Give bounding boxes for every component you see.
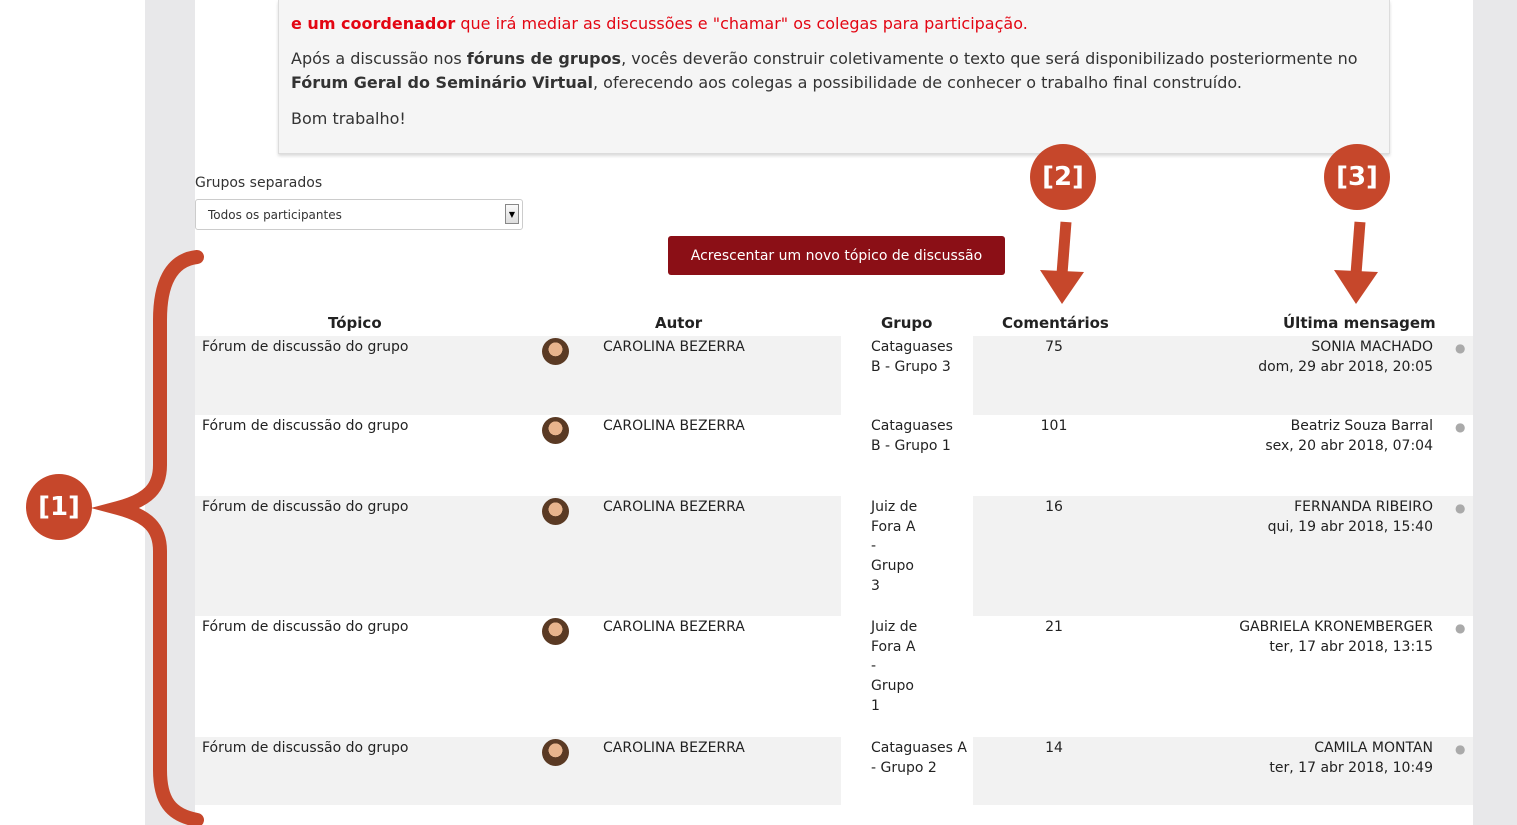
author-link[interactable]: CAROLINA BEZERRA xyxy=(603,498,745,518)
intro-bold-coordinator: e um coordenador xyxy=(291,14,456,33)
table-row: Fórum de discussão do grupo CAROLINA BEZ… xyxy=(195,415,1473,496)
column-header-last-post[interactable]: Última mensagem xyxy=(1283,314,1436,332)
last-post[interactable]: GABRIELA KRONEMBERGER ter, 17 abr 2018, 1… xyxy=(1239,618,1433,657)
table-row: Fórum de discussão do grupo CAROLINA BEZ… xyxy=(195,616,1473,737)
last-post[interactable]: FERNANDA RIBEIRO qui, 19 abr 2018, 15:40 xyxy=(1268,498,1433,537)
intro-paragraph-3: Bom trabalho! xyxy=(291,109,406,128)
last-post[interactable]: CAMILA MONTAN ter, 17 abr 2018, 10:49 xyxy=(1269,739,1433,778)
author-link[interactable]: CAROLINA BEZERRA xyxy=(603,338,745,358)
last-post-date[interactable]: qui, 19 abr 2018, 15:40 xyxy=(1268,518,1433,538)
avatar[interactable] xyxy=(542,498,569,525)
last-post[interactable]: Beatriz Souza Barral sex, 20 abr 2018, 07… xyxy=(1265,417,1433,456)
dot-icon: ● xyxy=(1455,742,1466,756)
last-post-user[interactable]: SONIA MACHADO xyxy=(1258,338,1433,358)
author-link[interactable]: CAROLINA BEZERRA xyxy=(603,417,745,437)
author-link[interactable]: CAROLINA BEZERRA xyxy=(603,739,745,759)
annotation-badge-3: [3] xyxy=(1324,144,1390,210)
dot-icon: ● xyxy=(1455,501,1466,515)
avatar[interactable] xyxy=(542,338,569,365)
annotation-badge-2: [2] xyxy=(1030,144,1096,210)
group-name: Cataguases B - Grupo 3 xyxy=(871,339,953,375)
column-header-comments[interactable]: Comentários xyxy=(1002,314,1109,332)
last-post[interactable]: SONIA MACHADO dom, 29 abr 2018, 20:05 xyxy=(1258,338,1433,377)
group-filter-select[interactable]: Todos os participantes ▼ xyxy=(195,199,523,230)
group-filter-label: Grupos separados xyxy=(195,175,323,191)
avatar[interactable] xyxy=(542,417,569,444)
last-post-user[interactable]: CAMILA MONTAN xyxy=(1269,739,1433,759)
intro-p2-part3: , oferecendo aos colegas a possibilidade… xyxy=(593,73,1242,92)
intro-paragraph-2: Após a discussão nos fóruns de grupos, v… xyxy=(291,47,1381,95)
group-name: Juiz de Fora A - Grupo 1 xyxy=(871,619,918,714)
comment-count: 75 xyxy=(1045,339,1063,355)
avatar[interactable] xyxy=(542,739,569,766)
intro-line-1: e um coordenador que irá mediar as discu… xyxy=(291,12,1028,36)
intro-p2-bold1: fóruns de grupos xyxy=(466,49,622,68)
last-post-date[interactable]: sex, 20 abr 2018, 07:04 xyxy=(1265,437,1433,457)
avatar[interactable] xyxy=(542,618,569,645)
group-name: Cataguases B - Grupo 1 xyxy=(871,418,953,454)
group-name: Juiz de Fora A - Grupo 3 xyxy=(871,499,918,594)
annotation-badge-1: [1] xyxy=(26,474,92,540)
right-gutter xyxy=(1473,0,1517,825)
group-filter-value: Todos os participantes xyxy=(208,208,342,222)
last-post-user[interactable]: Beatriz Souza Barral xyxy=(1265,417,1433,437)
topic-link[interactable]: Fórum de discussão do grupo xyxy=(202,618,408,638)
dot-icon: ● xyxy=(1455,341,1466,355)
forum-intro-box: e um coordenador que irá mediar as discu… xyxy=(278,0,1390,154)
comment-count: 16 xyxy=(1045,499,1063,515)
last-post-date[interactable]: ter, 17 abr 2018, 10:49 xyxy=(1269,759,1433,779)
last-post-date[interactable]: ter, 17 abr 2018, 13:15 xyxy=(1239,638,1433,658)
table-row: Fórum de discussão do grupo CAROLINA BEZ… xyxy=(195,737,1473,805)
comment-count: 14 xyxy=(1045,740,1063,756)
comment-count: 21 xyxy=(1045,619,1063,635)
intro-p2-part1: Após a discussão nos xyxy=(291,49,467,68)
group-name: Cataguases A - Grupo 2 xyxy=(871,740,967,776)
topic-link[interactable]: Fórum de discussão do grupo xyxy=(202,417,408,437)
topic-link[interactable]: Fórum de discussão do grupo xyxy=(202,739,408,759)
add-topic-button[interactable]: Acrescentar um novo tópico de discussão xyxy=(668,236,1005,275)
column-header-author[interactable]: Autor xyxy=(655,314,702,332)
last-post-user[interactable]: FERNANDA RIBEIRO xyxy=(1268,498,1433,518)
table-row: Fórum de discussão do grupo CAROLINA BEZ… xyxy=(195,496,1473,616)
intro-line-1-text: que irá mediar as discussões e "chamar" … xyxy=(455,14,1028,33)
intro-p2-part2: , vocês deverão construir coletivamente … xyxy=(621,49,1358,68)
topic-link[interactable]: Fórum de discussão do grupo xyxy=(202,498,408,518)
chevron-down-icon[interactable]: ▼ xyxy=(505,204,519,224)
topic-link[interactable]: Fórum de discussão do grupo xyxy=(202,338,408,358)
column-header-group[interactable]: Grupo xyxy=(881,314,932,332)
left-gutter xyxy=(145,0,195,825)
author-link[interactable]: CAROLINA BEZERRA xyxy=(603,618,745,638)
dot-icon: ● xyxy=(1455,420,1466,434)
comment-count: 101 xyxy=(1040,418,1068,434)
intro-p2-bold2: Fórum Geral do Seminário Virtual xyxy=(291,73,593,92)
last-post-date[interactable]: dom, 29 abr 2018, 20:05 xyxy=(1258,358,1433,378)
last-post-user[interactable]: GABRIELA KRONEMBERGER xyxy=(1239,618,1433,638)
column-header-topic[interactable]: Tópico xyxy=(328,314,382,332)
dot-icon: ● xyxy=(1455,621,1466,635)
table-row: Fórum de discussão do grupo CAROLINA BEZ… xyxy=(195,336,1473,415)
